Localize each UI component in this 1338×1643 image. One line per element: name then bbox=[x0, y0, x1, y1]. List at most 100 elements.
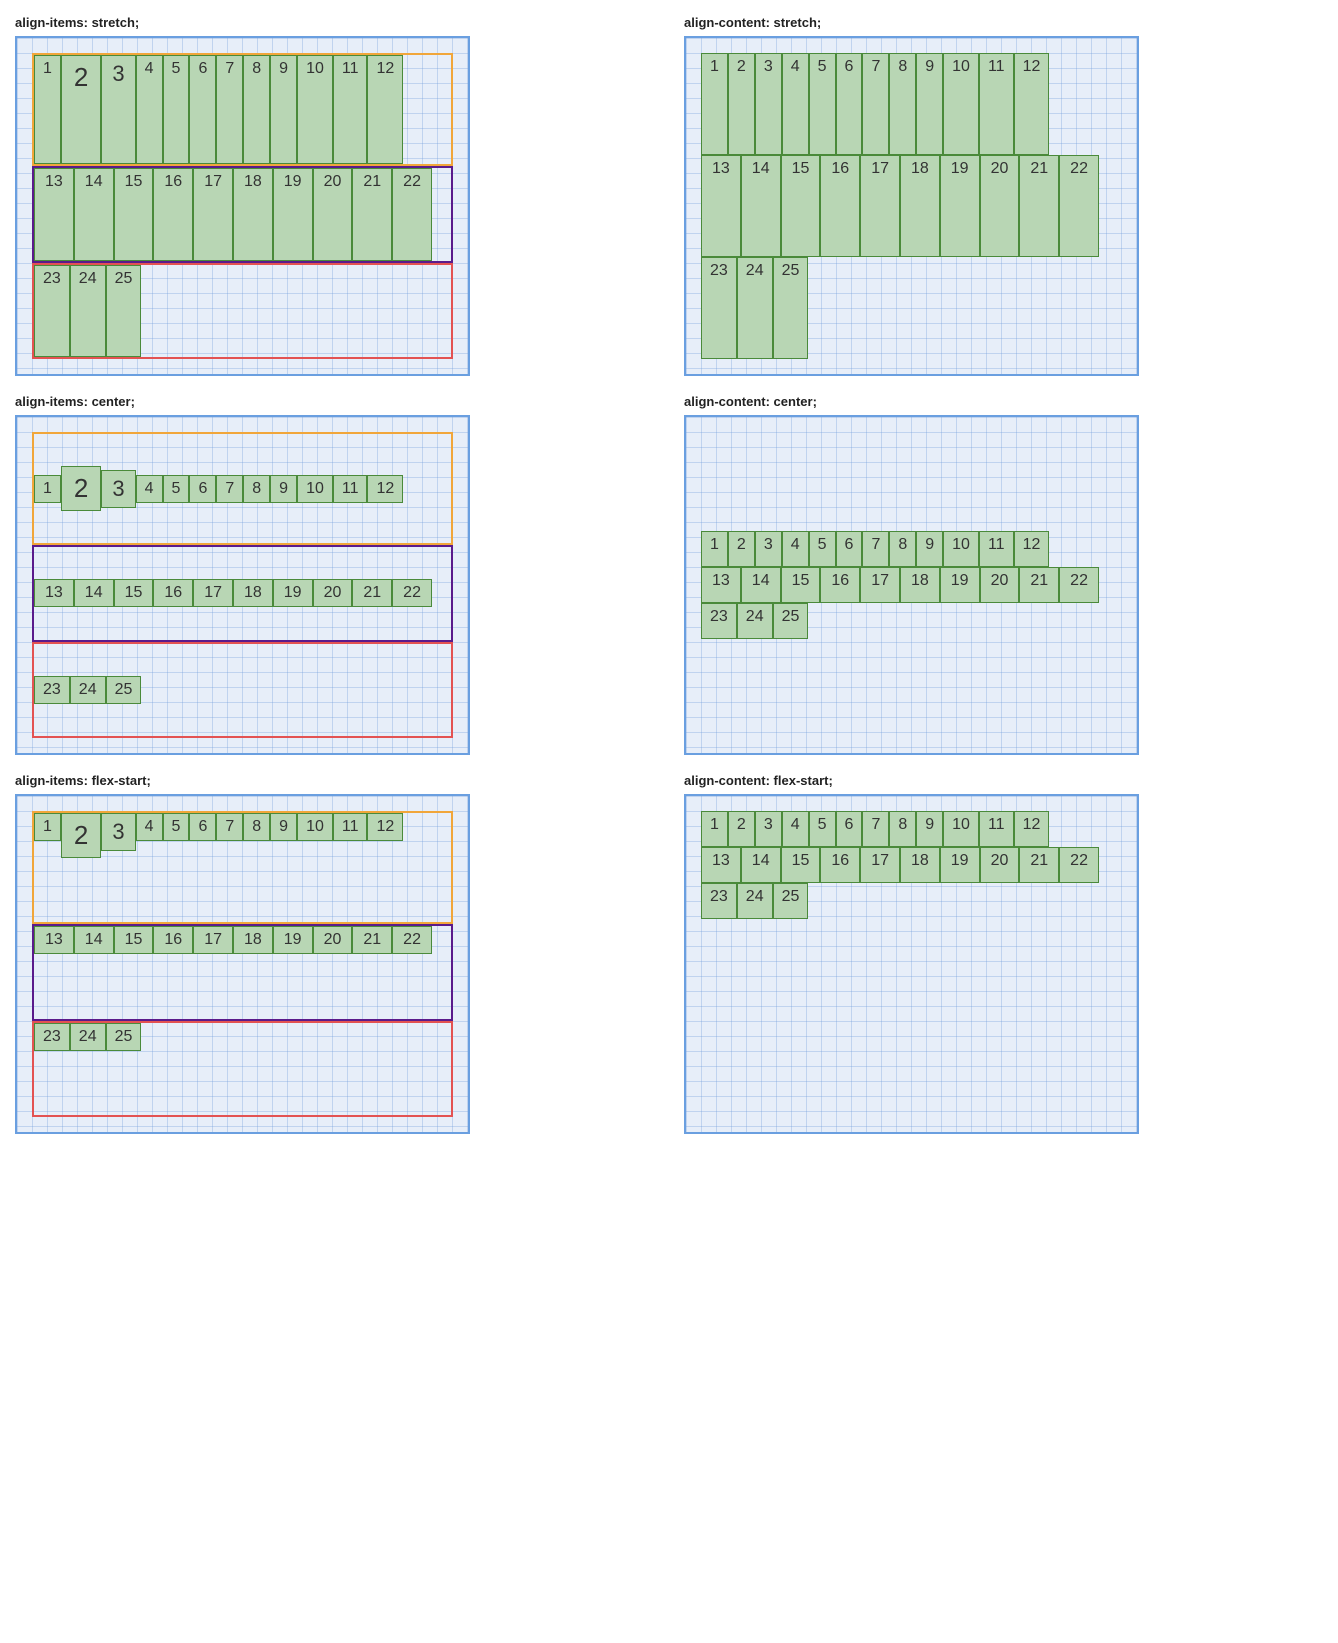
label-ac-center: align-content: center; bbox=[684, 394, 1323, 409]
flex-item: 16 bbox=[153, 926, 193, 954]
flex-item: 4 bbox=[136, 55, 163, 164]
flex-item: 13 bbox=[34, 168, 74, 260]
flex-line-1: 1 2 3 4 5 6 7 8 9 10 11 12 bbox=[32, 53, 453, 166]
flex-ai-flex-start: 1 2 3 4 5 6 7 8 9 10 11 12 13 14 15 16 1… bbox=[15, 794, 470, 1134]
flex-item: 23 bbox=[34, 1023, 70, 1051]
flex-item: 21 bbox=[352, 579, 392, 607]
flex-item: 3 bbox=[755, 531, 782, 567]
flex-item: 17 bbox=[193, 579, 233, 607]
flex-item: 3 bbox=[755, 53, 782, 155]
flex-item: 4 bbox=[782, 811, 809, 847]
flex-item: 16 bbox=[153, 579, 193, 607]
flex-item: 24 bbox=[70, 265, 106, 357]
flex-item: 12 bbox=[367, 475, 403, 503]
flex-item: 21 bbox=[1019, 847, 1059, 883]
flex-item: 6 bbox=[189, 813, 216, 841]
flex-item: 8 bbox=[889, 531, 916, 567]
flex-item: 3 bbox=[101, 470, 135, 508]
flex-item: 16 bbox=[820, 847, 860, 883]
flex-item: 19 bbox=[273, 168, 313, 260]
flex-item: 14 bbox=[74, 926, 114, 954]
flex-line-1: 1 2 3 4 5 6 7 8 9 10 11 12 bbox=[701, 53, 1122, 155]
flex-item: 15 bbox=[781, 847, 821, 883]
flex-item: 18 bbox=[900, 155, 940, 257]
flex-item: 13 bbox=[34, 926, 74, 954]
flex-line-2: 13 14 15 16 17 18 19 20 21 22 bbox=[32, 166, 453, 262]
flex-item: 17 bbox=[860, 155, 900, 257]
flex-item: 7 bbox=[862, 531, 889, 567]
flex-item: 14 bbox=[74, 168, 114, 260]
flex-item: 20 bbox=[980, 155, 1020, 257]
flex-item: 24 bbox=[737, 603, 773, 639]
flex-item: 18 bbox=[900, 847, 940, 883]
flex-ai-stretch: 1 2 3 4 5 6 7 8 9 10 11 12 13 14 15 16 1… bbox=[15, 36, 470, 376]
flex-item: 25 bbox=[106, 676, 142, 704]
flex-item: 1 bbox=[701, 531, 728, 567]
flex-item: 2 bbox=[728, 53, 755, 155]
flex-item: 21 bbox=[352, 168, 392, 260]
flex-item: 25 bbox=[773, 257, 809, 359]
flex-item: 24 bbox=[70, 1023, 106, 1051]
label-ai-flex-start: align-items: flex-start; bbox=[15, 773, 654, 788]
label-ac-flex-start: align-content: flex-start; bbox=[684, 773, 1323, 788]
flex-item: 21 bbox=[352, 926, 392, 954]
flex-item: 5 bbox=[809, 811, 836, 847]
flex-ac-center: 1 2 3 4 5 6 7 8 9 10 11 12 13 14 15 16 1… bbox=[684, 415, 1139, 755]
flex-item: 10 bbox=[297, 55, 333, 164]
flex-item: 10 bbox=[943, 811, 979, 847]
flex-line-2: 13 14 15 16 17 18 19 20 21 22 bbox=[701, 155, 1122, 257]
flex-item: 17 bbox=[860, 567, 900, 603]
flex-item: 14 bbox=[741, 567, 781, 603]
flex-line-1: 1 2 3 4 5 6 7 8 9 10 11 12 bbox=[32, 811, 453, 924]
flex-item: 3 bbox=[101, 55, 135, 164]
flex-item: 24 bbox=[737, 257, 773, 359]
cell-ai-center: align-items: center; 1 2 3 4 5 6 7 8 9 1… bbox=[15, 394, 654, 755]
flex-item: 14 bbox=[741, 847, 781, 883]
flex-ac-flex-start: 1 2 3 4 5 6 7 8 9 10 11 12 13 14 15 16 1… bbox=[684, 794, 1139, 1134]
flex-item: 2 bbox=[728, 811, 755, 847]
demo-grid: align-items: stretch; 1 2 3 4 5 6 7 8 9 … bbox=[15, 15, 1323, 1134]
flex-item: 10 bbox=[297, 813, 333, 841]
flex-item: 9 bbox=[270, 475, 297, 503]
flex-item: 5 bbox=[809, 53, 836, 155]
flex-item: 24 bbox=[737, 883, 773, 919]
flex-item: 8 bbox=[889, 811, 916, 847]
flex-item: 14 bbox=[741, 155, 781, 257]
label-ac-stretch: align-content: stretch; bbox=[684, 15, 1323, 30]
flex-item: 20 bbox=[313, 168, 353, 260]
flex-item: 19 bbox=[940, 847, 980, 883]
flex-item: 22 bbox=[392, 579, 432, 607]
flex-item: 18 bbox=[900, 567, 940, 603]
flex-item: 8 bbox=[243, 55, 270, 164]
flex-item: 2 bbox=[61, 466, 101, 511]
flex-item: 20 bbox=[980, 847, 1020, 883]
flex-item: 21 bbox=[1019, 155, 1059, 257]
flex-item: 23 bbox=[34, 265, 70, 357]
flex-line-3: 23 24 25 bbox=[32, 642, 453, 738]
flex-line-1: 1 2 3 4 5 6 7 8 9 10 11 12 bbox=[701, 531, 1122, 567]
flex-item: 3 bbox=[101, 813, 135, 851]
flex-item: 20 bbox=[313, 926, 353, 954]
flex-item: 8 bbox=[889, 53, 916, 155]
flex-item: 11 bbox=[979, 53, 1014, 155]
flex-item: 9 bbox=[916, 53, 943, 155]
flex-item: 25 bbox=[106, 265, 142, 357]
flex-line-2: 13 14 15 16 17 18 19 20 21 22 bbox=[32, 545, 453, 641]
flex-item: 2 bbox=[728, 531, 755, 567]
flex-item: 17 bbox=[860, 847, 900, 883]
flex-item: 4 bbox=[136, 475, 163, 503]
flex-item: 6 bbox=[189, 55, 216, 164]
flex-item: 6 bbox=[189, 475, 216, 503]
flex-item: 18 bbox=[233, 168, 273, 260]
flex-line-3: 23 24 25 bbox=[701, 883, 1122, 919]
flex-item: 23 bbox=[701, 603, 737, 639]
flex-item: 9 bbox=[916, 531, 943, 567]
flex-item: 6 bbox=[836, 531, 863, 567]
flex-item: 22 bbox=[392, 926, 432, 954]
flex-item: 20 bbox=[313, 579, 353, 607]
flex-item: 19 bbox=[940, 155, 980, 257]
flex-line-3: 23 24 25 bbox=[701, 603, 1122, 639]
flex-item: 12 bbox=[367, 813, 403, 841]
flex-line-1: 1 2 3 4 5 6 7 8 9 10 11 12 bbox=[32, 432, 453, 545]
flex-item: 1 bbox=[34, 475, 61, 503]
